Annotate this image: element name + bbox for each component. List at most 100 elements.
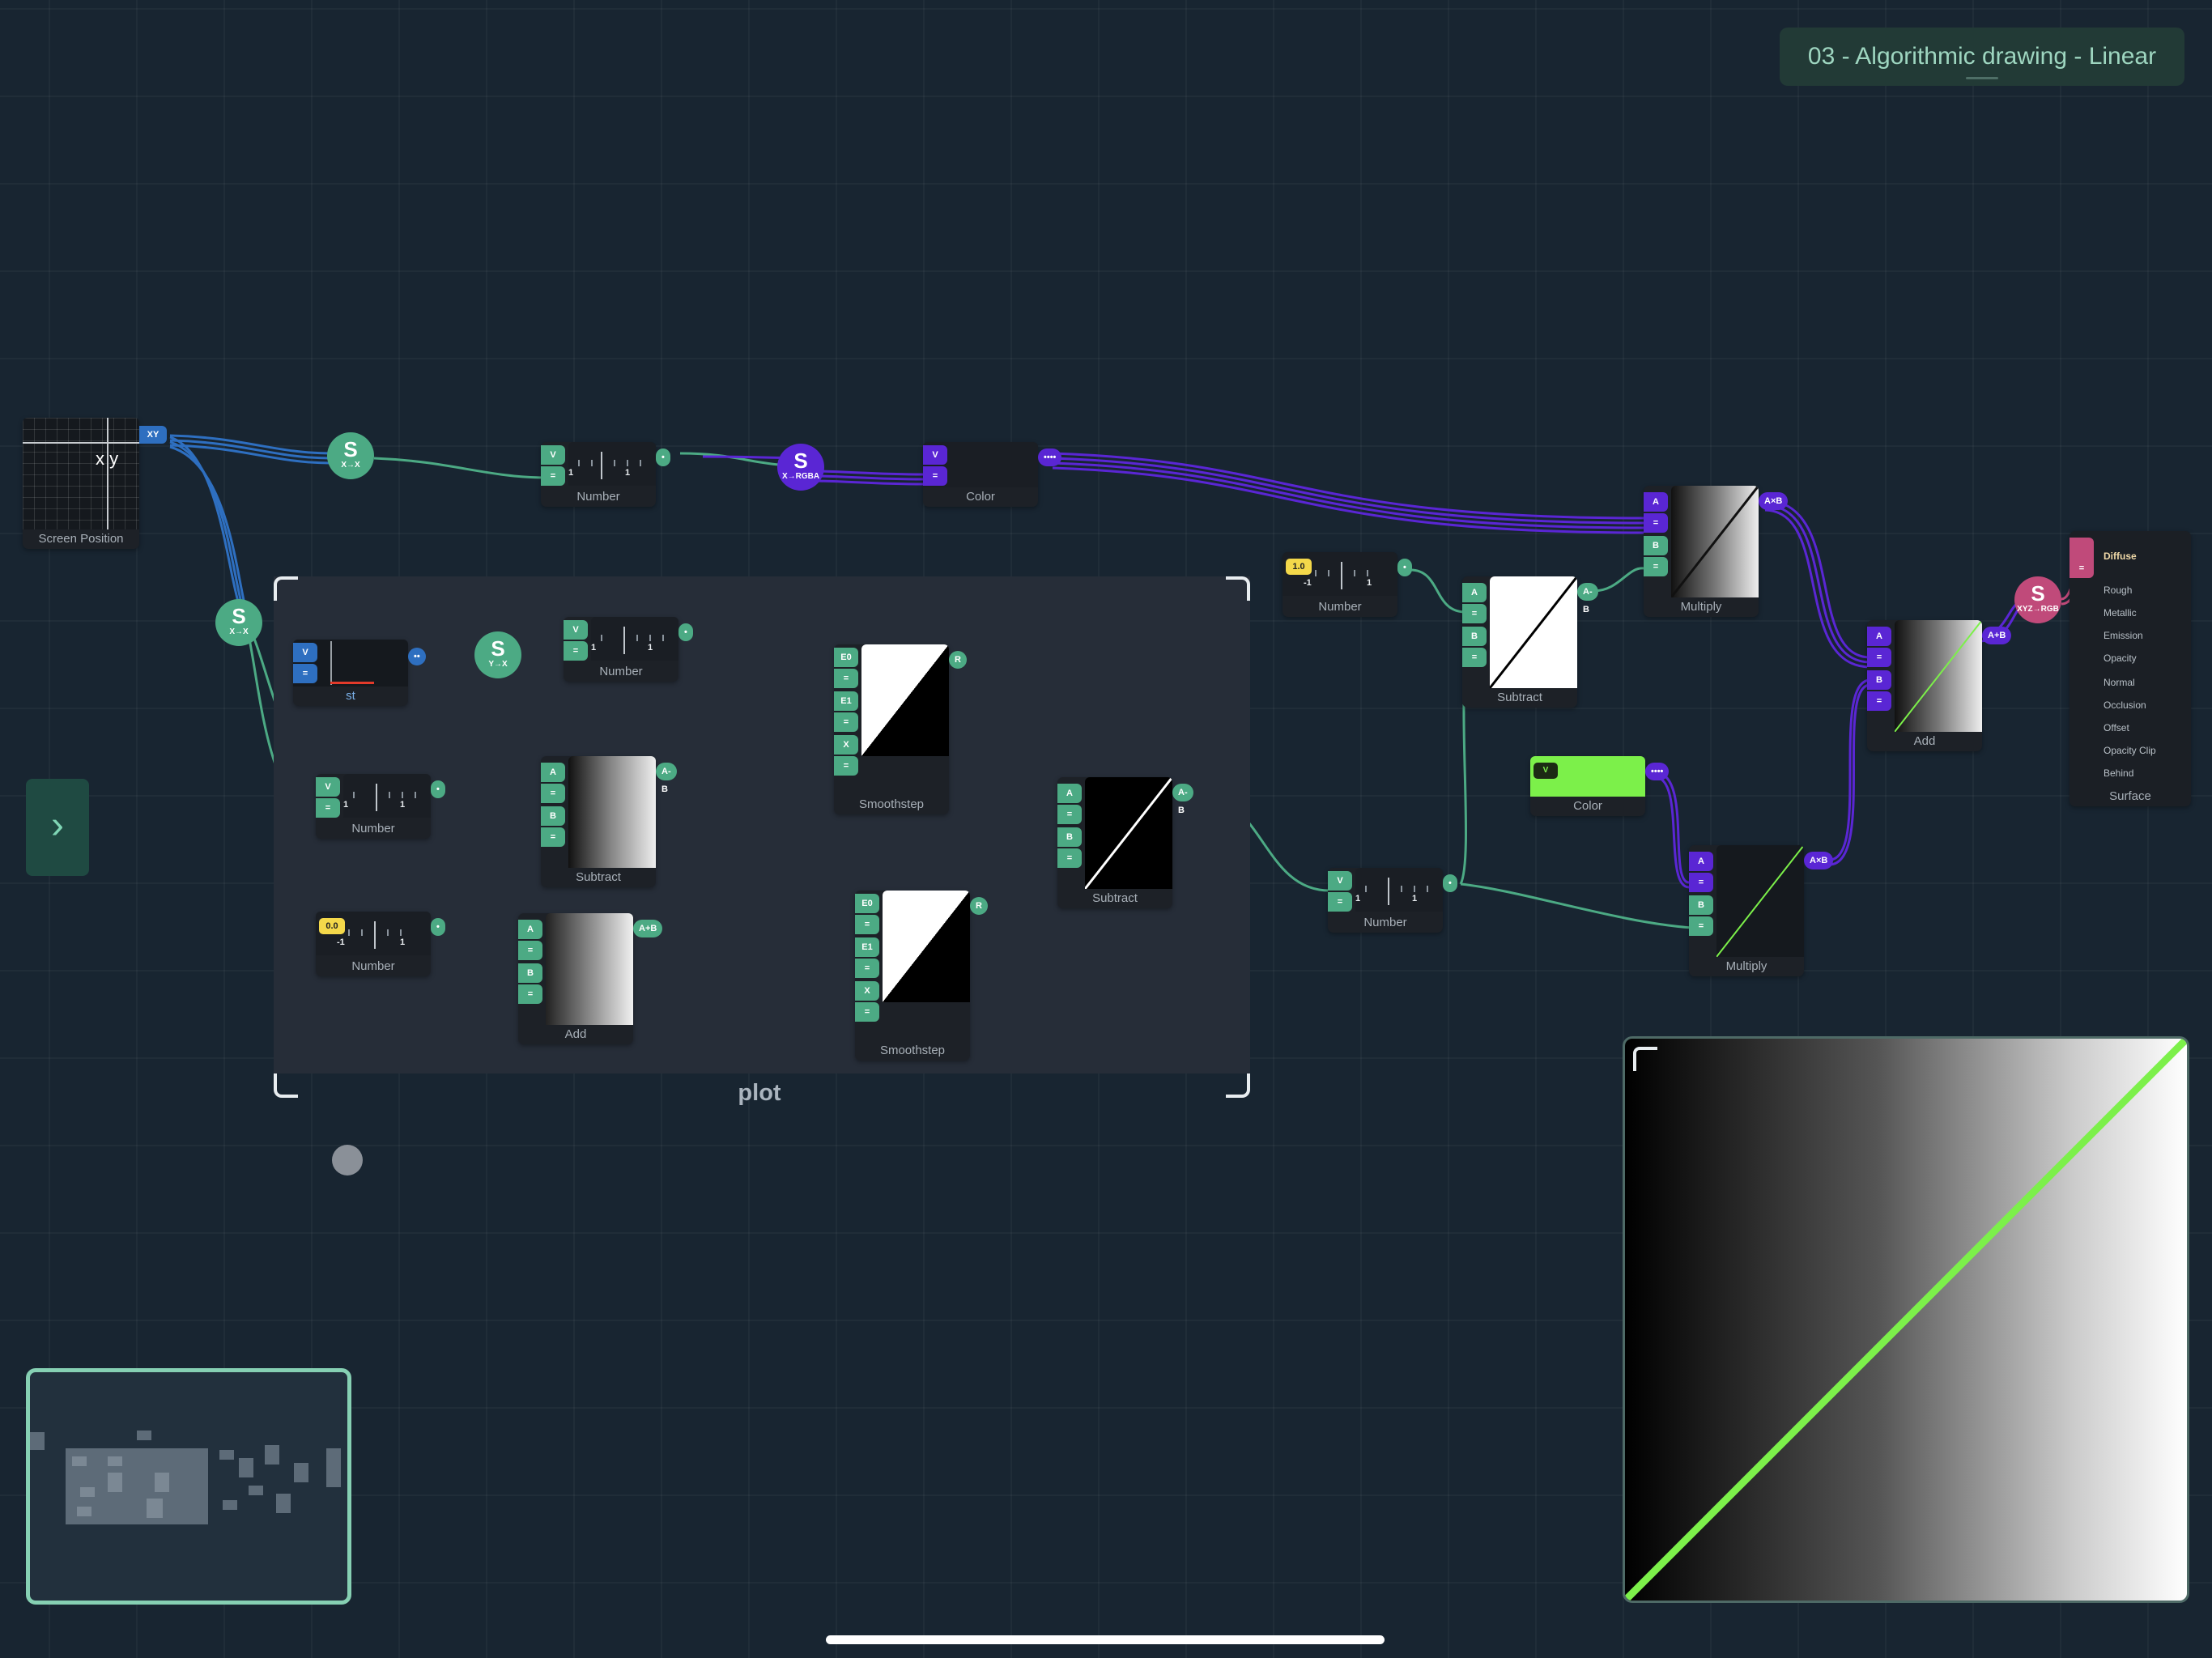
- output-float[interactable]: •: [431, 780, 445, 798]
- node-subtract-mid[interactable]: A = B = Subtract A-B: [1057, 777, 1193, 908]
- input-x[interactable]: X: [855, 981, 879, 1001]
- number-slider[interactable]: 1 1: [1355, 868, 1443, 912]
- output-a-plus-b[interactable]: A+B: [1982, 627, 2012, 644]
- input-a[interactable]: A: [1689, 852, 1713, 871]
- output-float[interactable]: •: [1443, 874, 1457, 892]
- input-a[interactable]: A: [1644, 492, 1668, 512]
- input-eq[interactable]: =: [855, 1002, 879, 1022]
- output-a-times-b[interactable]: A×B: [1804, 852, 1834, 869]
- node-color-top[interactable]: V = Color ••••: [923, 442, 1062, 507]
- node-smoothstep-bottom[interactable]: E0 = E1 = X = Smoothstep R: [855, 891, 988, 1061]
- number-slider[interactable]: 1 1: [568, 442, 656, 486]
- output-float[interactable]: •: [656, 449, 670, 466]
- surface-item-offset[interactable]: Offset: [2104, 722, 2129, 733]
- input-b[interactable]: B: [1057, 827, 1082, 847]
- node-number-zero[interactable]: -1 1 0.0 Number •: [316, 912, 445, 976]
- input-a[interactable]: A: [518, 920, 542, 939]
- surface-item-diffuse[interactable]: Diffuse: [2104, 551, 2137, 562]
- converter-xyz-to-rgb[interactable]: S XYZ→RGB: [2014, 576, 2061, 623]
- input-eq[interactable]: =: [518, 984, 542, 1004]
- surface-item-normal[interactable]: Normal: [2104, 677, 2135, 688]
- converter-x-to-x-top[interactable]: S X→X: [327, 432, 374, 479]
- input-eq[interactable]: =: [834, 669, 858, 688]
- surface-item-occlusion[interactable]: Occlusion: [2104, 699, 2146, 711]
- input-eq[interactable]: =: [855, 959, 879, 978]
- input-eq[interactable]: =: [1462, 604, 1487, 623]
- home-indicator[interactable]: [826, 1635, 1385, 1644]
- surface-item-behind[interactable]: Behind: [2104, 767, 2133, 779]
- input-eq[interactable]: =: [834, 756, 858, 776]
- input-eq[interactable]: =: [1644, 557, 1668, 576]
- input-v[interactable]: V: [1534, 763, 1558, 779]
- input-eq[interactable]: =: [293, 664, 317, 683]
- input-eq[interactable]: =: [564, 641, 588, 661]
- sidebar-toggle-button[interactable]: ›: [26, 779, 89, 876]
- converter-x-to-rgba[interactable]: S X→RGBA: [777, 444, 824, 491]
- number-slider[interactable]: 1 1: [343, 774, 431, 818]
- input-eq[interactable]: =: [1689, 873, 1713, 892]
- output-r[interactable]: R: [949, 651, 967, 669]
- surface-item-rough[interactable]: Rough: [2104, 585, 2132, 596]
- input-v[interactable]: V: [293, 643, 317, 662]
- input-eq[interactable]: =: [518, 941, 542, 960]
- output-float[interactable]: •: [678, 623, 693, 641]
- surface-item-metallic[interactable]: Metallic: [2104, 607, 2137, 619]
- input-a[interactable]: A: [541, 763, 565, 782]
- output-vector[interactable]: ••••: [1038, 449, 1062, 466]
- node-subtract-plot[interactable]: A = B = Subtract A-B: [541, 756, 677, 887]
- input-b[interactable]: B: [518, 963, 542, 983]
- node-add-plot[interactable]: A = B = Add A+B: [518, 913, 663, 1044]
- surface-item-opacity[interactable]: Opacity: [2104, 653, 2137, 664]
- output-float[interactable]: •: [431, 918, 445, 936]
- node-multiply-bottom[interactable]: A = B = Multiply A×B: [1689, 845, 1834, 976]
- input-a[interactable]: A: [1462, 583, 1487, 602]
- input-v[interactable]: V: [541, 445, 565, 465]
- output-a-plus-b[interactable]: A+B: [633, 920, 663, 937]
- value-badge[interactable]: 0.0: [319, 918, 345, 934]
- input-eq[interactable]: =: [1057, 848, 1082, 868]
- input-eq[interactable]: =: [834, 712, 858, 732]
- input-eq[interactable]: =: [855, 915, 879, 934]
- input-a[interactable]: A: [1057, 784, 1082, 803]
- node-color-green[interactable]: V Color ••••: [1530, 756, 1670, 816]
- converter-x-to-x-left[interactable]: S X→X: [215, 599, 262, 646]
- input-v[interactable]: V: [923, 445, 947, 465]
- group-label[interactable]: plot: [711, 1080, 808, 1107]
- node-subtract-right[interactable]: A = B = Subtract A-B: [1462, 576, 1598, 708]
- drag-handle-dot[interactable]: [332, 1145, 363, 1175]
- output-a-minus-b[interactable]: A-B: [1172, 784, 1193, 815]
- value-badge[interactable]: 1.0: [1286, 559, 1312, 575]
- output-a-minus-b[interactable]: A-B: [1577, 583, 1598, 614]
- input-eq[interactable]: =: [1644, 513, 1668, 533]
- input-a[interactable]: A: [1867, 627, 1891, 646]
- node-number-right[interactable]: 1 1 V = Number •: [1328, 868, 1457, 933]
- input-eq[interactable]: =: [923, 466, 947, 486]
- input-e1[interactable]: E1: [834, 691, 858, 711]
- converter-y-to-x[interactable]: S Y→X: [474, 631, 521, 678]
- surface-item-emission[interactable]: Emission: [2104, 630, 2143, 641]
- input-eq[interactable]: =: [1328, 892, 1352, 912]
- output-coord[interactable]: ••: [408, 648, 426, 665]
- node-number-mid[interactable]: 1 1 V = Number •: [316, 774, 445, 839]
- input-x[interactable]: X: [834, 735, 858, 755]
- input-eq[interactable]: =: [541, 827, 565, 847]
- input-eq[interactable]: =: [1689, 916, 1713, 936]
- node-multiply-top[interactable]: A = B = Multiply A×B: [1644, 486, 1789, 617]
- input-eq[interactable]: =: [316, 798, 340, 818]
- minimap[interactable]: [26, 1368, 351, 1605]
- input-eq[interactable]: =: [1867, 648, 1891, 667]
- surface-item-opacity-clip[interactable]: Opacity Clip: [2104, 745, 2156, 756]
- output-a-times-b[interactable]: A×B: [1759, 492, 1789, 510]
- input-eq[interactable]: =: [1867, 691, 1891, 711]
- input-v[interactable]: V: [316, 777, 340, 797]
- number-slider[interactable]: 1 1: [591, 617, 678, 661]
- input-v[interactable]: V: [1328, 871, 1352, 891]
- node-number-top[interactable]: 1 1 V = Number •: [541, 442, 670, 507]
- input-b[interactable]: B: [1644, 536, 1668, 555]
- input-b[interactable]: B: [1867, 670, 1891, 690]
- input-eq[interactable]: =: [541, 466, 565, 486]
- input-eq[interactable]: =: [1462, 648, 1487, 667]
- render-preview[interactable]: [1623, 1036, 2189, 1603]
- document-title-button[interactable]: 03 - Algorithmic drawing - Linear: [1780, 28, 2184, 86]
- input-e1[interactable]: E1: [855, 937, 879, 957]
